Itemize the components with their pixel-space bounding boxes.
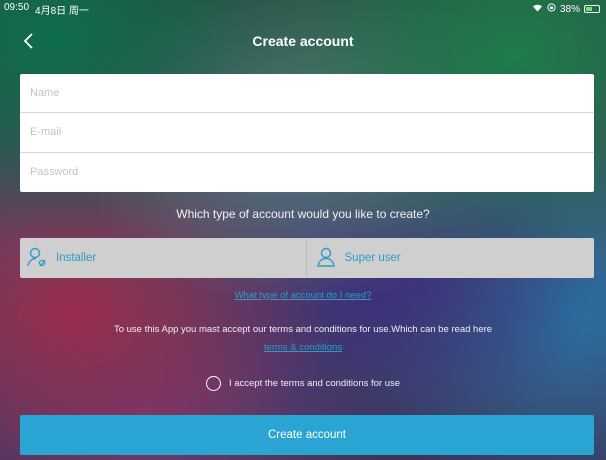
installer-option[interactable]: Installer [20,238,306,278]
password-input[interactable] [30,166,594,179]
super-user-label: Super user [344,252,401,264]
page-title: Create account [252,33,354,49]
user-icon [315,246,337,271]
account-type-question: Which type of account would you like to … [176,207,430,221]
installer-label: Installer [56,252,97,264]
battery-icon [584,5,600,13]
battery-percent: 38% [559,3,580,15]
accept-terms-label: I accept the terms and conditions for us… [228,377,401,389]
status-bar: 09:50 4月8日 周一 38% [0,0,606,18]
terms-description: To use this App you mast accept our term… [113,324,493,335]
name-field-row [20,74,594,114]
account-form [20,74,594,192]
email-input[interactable] [30,126,594,139]
orientation-lock-icon [547,3,556,15]
status-date: 4月8日 周一 [35,5,89,17]
super-user-option[interactable]: Super user [305,238,595,278]
account-type-selector: Installer Super user [20,238,594,278]
terms-link[interactable]: terms & conditions [0,342,606,353]
accept-terms-row[interactable]: I accept the terms and conditions for us… [0,374,606,392]
accept-terms-radio[interactable] [205,375,221,391]
wifi-icon [532,3,543,15]
status-time: 09:50 [4,1,30,13]
installer-user-icon [26,246,48,271]
account-type-help-link[interactable]: What type of account do I need? [0,290,606,301]
password-field-row [20,153,594,192]
name-input[interactable] [30,87,594,100]
create-account-button[interactable]: Create account [20,415,594,455]
nav-bar: Create account [0,26,606,56]
back-chevron-icon[interactable] [22,32,36,50]
email-field-row [20,113,594,153]
